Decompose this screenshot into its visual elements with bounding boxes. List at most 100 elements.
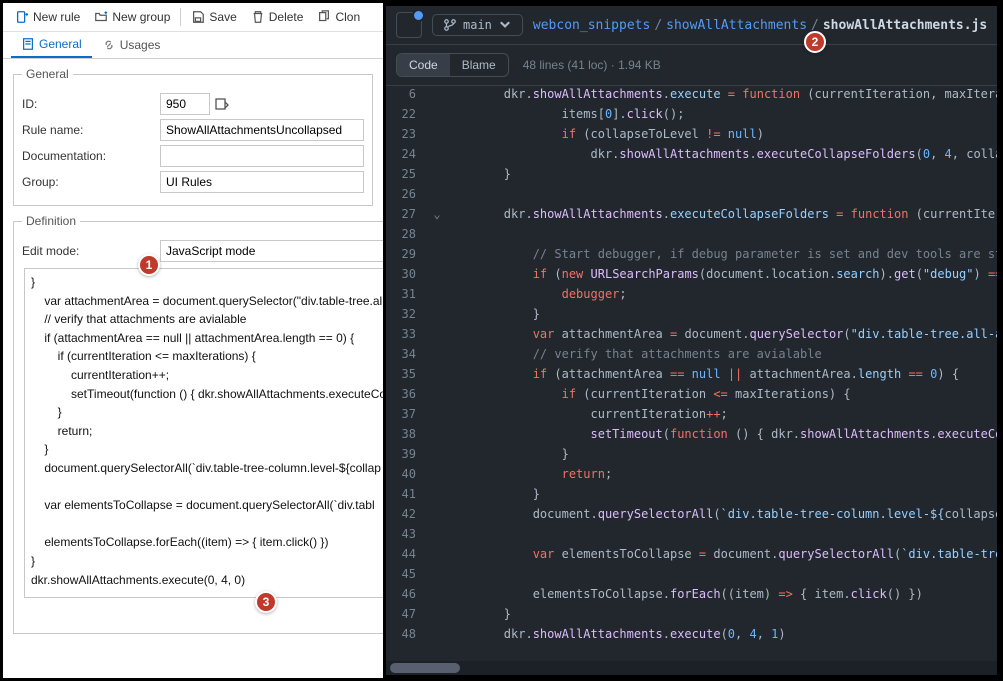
code-line: 31 debugger; <box>386 284 997 304</box>
code-text: dkr.showAllAttachments.executeCollapseFo… <box>446 204 997 224</box>
horizontal-scrollbar[interactable] <box>386 661 997 675</box>
fold-gutter <box>428 304 446 324</box>
code-line: 42 document.querySelectorAll(`div.table-… <box>386 504 997 524</box>
code-line: 32 } <box>386 304 997 324</box>
line-number[interactable]: 27 <box>386 204 428 224</box>
line-number[interactable]: 35 <box>386 364 428 384</box>
line-number[interactable]: 30 <box>386 264 428 284</box>
id-input[interactable] <box>160 93 210 115</box>
file-tree-toggle[interactable] <box>396 12 422 38</box>
js-code-editor[interactable]: } var attachmentArea = document.querySel… <box>24 268 393 598</box>
code-view[interactable]: 6 dkr.showAllAttachments.execute = funct… <box>386 84 997 657</box>
group-input[interactable] <box>160 171 364 193</box>
fold-gutter <box>428 124 446 144</box>
fold-gutter <box>428 384 446 404</box>
new-rule-label: New rule <box>33 10 80 24</box>
code-tab[interactable]: Code <box>397 54 450 76</box>
line-number[interactable]: 48 <box>386 624 428 644</box>
code-text: // Start debugger, if debug parameter is… <box>446 244 997 264</box>
line-number[interactable]: 43 <box>386 524 428 544</box>
line-number[interactable]: 37 <box>386 404 428 424</box>
tab-general-label: General <box>39 37 82 51</box>
tab-usages[interactable]: Usages <box>92 32 171 58</box>
fold-gutter <box>428 424 446 444</box>
tab-general[interactable]: General <box>11 32 92 58</box>
line-number[interactable]: 47 <box>386 604 428 624</box>
delete-button[interactable]: Delete <box>245 7 310 27</box>
code-line: 44 var elementsToCollapse = document.que… <box>386 544 997 564</box>
breadcrumb-folder[interactable]: showAllAttachments <box>666 18 807 33</box>
code-text: debugger; <box>446 284 627 304</box>
line-number[interactable]: 34 <box>386 344 428 364</box>
line-number[interactable]: 32 <box>386 304 428 324</box>
edit-mode-select[interactable] <box>160 240 395 262</box>
line-number[interactable]: 6 <box>386 84 428 104</box>
line-number[interactable]: 36 <box>386 384 428 404</box>
branch-selector[interactable]: main <box>432 14 523 36</box>
id-action-icon[interactable] <box>214 96 230 112</box>
code-blame-bar: Code Blame 48 lines (41 loc) · 1.94 KB <box>386 45 997 86</box>
code-line: 28 <box>386 224 997 244</box>
code-text: var attachmentArea = document.querySelec… <box>446 324 997 344</box>
fold-gutter <box>428 464 446 484</box>
line-number[interactable]: 22 <box>386 104 428 124</box>
scrollbar-thumb[interactable] <box>390 663 460 673</box>
general-legend: General <box>22 67 73 81</box>
code-text: document.querySelectorAll(`div.table-tre… <box>446 504 997 524</box>
code-text: elementsToCollapse.forEach((item) => { i… <box>446 584 923 604</box>
branch-name: main <box>463 18 492 32</box>
toolbar: New rule New group Save Delete Clon <box>3 3 383 32</box>
annotation-badge-2: 2 <box>804 31 826 53</box>
tab-bar: General Usages <box>3 32 383 59</box>
line-number[interactable]: 42 <box>386 504 428 524</box>
line-number[interactable]: 31 <box>386 284 428 304</box>
line-number[interactable]: 33 <box>386 324 428 344</box>
line-number[interactable]: 25 <box>386 164 428 184</box>
code-text: } <box>446 164 511 184</box>
breadcrumb-repo[interactable]: webcon_snippets <box>533 18 650 33</box>
rule-name-input[interactable] <box>160 119 364 141</box>
code-text: dkr.showAllAttachments.executeCollapseFo… <box>446 144 997 164</box>
code-text: currentIteration++; <box>446 404 728 424</box>
line-number[interactable]: 29 <box>386 244 428 264</box>
save-button[interactable]: Save <box>185 7 242 27</box>
delete-label: Delete <box>269 10 304 24</box>
line-number[interactable]: 39 <box>386 444 428 464</box>
plus-page-icon <box>15 10 29 24</box>
code-line: 43 <box>386 524 997 544</box>
fold-gutter <box>428 144 446 164</box>
file-meta: 48 lines (41 loc) · 1.94 KB <box>523 58 661 72</box>
github-header: main webcon_snippets / showAllAttachment… <box>386 6 997 45</box>
line-number[interactable]: 45 <box>386 564 428 584</box>
new-group-button[interactable]: New group <box>88 7 176 27</box>
fold-gutter[interactable]: ⌄ <box>428 204 446 224</box>
line-number[interactable]: 26 <box>386 184 428 204</box>
line-number[interactable]: 24 <box>386 144 428 164</box>
line-number[interactable]: 40 <box>386 464 428 484</box>
line-number[interactable]: 23 <box>386 124 428 144</box>
documentation-input[interactable] <box>160 145 364 167</box>
fold-gutter <box>428 84 446 104</box>
fold-gutter <box>428 184 446 204</box>
fold-gutter <box>428 544 446 564</box>
fold-gutter <box>428 524 446 544</box>
group-label: Group: <box>22 175 160 189</box>
code-text: items[0].click(); <box>446 104 684 124</box>
fold-gutter <box>428 584 446 604</box>
code-line: 48 dkr.showAllAttachments.execute(0, 4, … <box>386 624 997 644</box>
code-line: 25 } <box>386 164 997 184</box>
line-number[interactable]: 41 <box>386 484 428 504</box>
line-number[interactable]: 46 <box>386 584 428 604</box>
new-rule-button[interactable]: New rule <box>9 7 86 27</box>
line-number[interactable]: 38 <box>386 424 428 444</box>
definition-fieldset: Definition Edit mode: } var attachmentAr… <box>13 214 404 634</box>
documentation-label: Documentation: <box>22 149 160 163</box>
clone-button[interactable]: Clon <box>311 7 366 27</box>
github-code-panel: main webcon_snippets / showAllAttachment… <box>383 3 1000 678</box>
save-label: Save <box>209 10 236 24</box>
line-number[interactable]: 44 <box>386 544 428 564</box>
blame-tab[interactable]: Blame <box>450 54 508 76</box>
chevron-down-icon <box>498 18 512 32</box>
line-number[interactable]: 28 <box>386 224 428 244</box>
fold-gutter <box>428 244 446 264</box>
